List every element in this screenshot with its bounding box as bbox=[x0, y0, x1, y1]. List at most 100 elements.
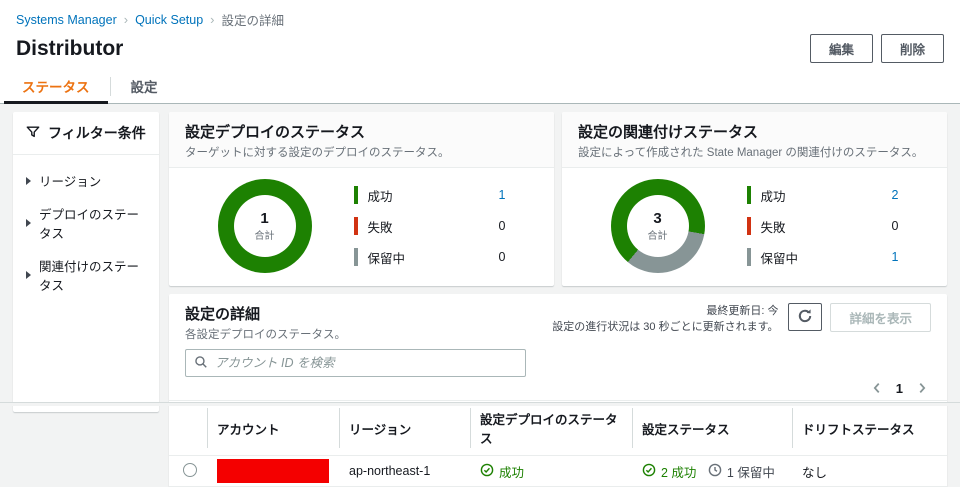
last-updated-text: 最終更新日: 今 設定の進行状況は 30 秒ごとに更新されます。 bbox=[552, 304, 778, 336]
legend-value-failed: 0 bbox=[498, 219, 506, 233]
legend-color-success bbox=[746, 186, 751, 204]
legend-label: 保留中 bbox=[760, 251, 799, 266]
deploy-status-card-desc: ターゲットに対する設定のデプロイのステータス。 bbox=[185, 147, 450, 159]
breadcrumb-systems-manager[interactable]: Systems Manager bbox=[16, 13, 117, 27]
legend-value-success[interactable]: 2 bbox=[892, 188, 899, 202]
donut-total-label: 合計 bbox=[647, 230, 668, 242]
region-cell: ap-northeast-1 bbox=[339, 455, 470, 487]
breadcrumb-current: 設定の詳細 bbox=[221, 14, 285, 28]
filter-panel: フィルター条件 リージョン デプロイのステータス 関連付けのステータス bbox=[13, 112, 159, 412]
deploy-status-card: 設定デプロイのステータス ターゲットに対する設定のデプロイのステータス。 1 合… bbox=[169, 112, 554, 286]
next-page-icon[interactable] bbox=[915, 381, 929, 395]
prev-page-icon[interactable] bbox=[870, 381, 884, 395]
refresh-button[interactable] bbox=[788, 303, 823, 331]
column-header-deploy-status: 設定デプロイのステータス bbox=[470, 400, 632, 456]
legend-value-success[interactable]: 1 bbox=[499, 188, 506, 202]
legend-item-failed: 失敗 0 bbox=[353, 217, 506, 236]
drift-status-cell: なし bbox=[792, 455, 947, 487]
filter-group-label: リージョン bbox=[39, 175, 102, 189]
breadcrumb-separator-icon: › bbox=[123, 12, 129, 27]
filter-group-region[interactable]: リージョン bbox=[13, 164, 159, 197]
filter-group-deploy-status[interactable]: デプロイのステータス bbox=[13, 197, 159, 249]
deploy-status-cell: 成功 bbox=[480, 462, 524, 481]
config-details-card: 設定の詳細 各設定デプロイのステータス。 最終更新日: 今 設定の進行状況は 3… bbox=[169, 294, 947, 487]
association-status-card-title: 設定の関連付けステータス bbox=[578, 124, 759, 141]
legend-label: 成功 bbox=[760, 189, 786, 204]
success-check-icon bbox=[642, 463, 656, 480]
legend-value-pending[interactable]: 1 bbox=[892, 250, 899, 264]
config-status-pending: 1 保留中 bbox=[708, 462, 775, 481]
deploy-status-text: 成功 bbox=[499, 465, 525, 480]
association-status-card: 設定の関連付けステータス 設定によって作成された State Manager の… bbox=[562, 112, 947, 286]
filter-funnel-icon bbox=[26, 125, 40, 142]
config-details-title: 設定の詳細 bbox=[185, 306, 261, 323]
legend-value-pending: 0 bbox=[498, 250, 506, 264]
delete-button[interactable]: 削除 bbox=[880, 34, 944, 63]
column-header-region: リージョン bbox=[339, 400, 470, 456]
filter-group-label: デプロイのステータス bbox=[39, 208, 140, 241]
expand-caret-icon bbox=[26, 176, 31, 185]
table-row[interactable]: ap-northeast-1 成功 2 成功 1 保留中 なし bbox=[169, 455, 947, 487]
donut-total-label: 合計 bbox=[254, 230, 275, 242]
search-icon bbox=[194, 355, 208, 372]
legend-value-failed: 0 bbox=[891, 219, 899, 233]
association-status-donut-chart: 3 合計 bbox=[610, 179, 705, 273]
filter-panel-title: フィルター条件 bbox=[48, 125, 146, 141]
legend-item-pending: 保留中 1 bbox=[746, 248, 899, 267]
current-page-number[interactable]: 1 bbox=[896, 381, 903, 396]
last-updated-line: 最終更新日: 今 bbox=[706, 305, 779, 317]
tab-bar: ステータス 設定 bbox=[0, 70, 960, 104]
legend-item-pending: 保留中 0 bbox=[353, 248, 506, 267]
donut-total-value: 3 bbox=[653, 209, 662, 227]
legend-label: 保留中 bbox=[367, 251, 406, 266]
expand-caret-icon bbox=[26, 219, 31, 227]
row-radio-button[interactable] bbox=[183, 462, 197, 477]
legend-label: 失敗 bbox=[367, 220, 393, 235]
breadcrumb-quick-setup[interactable]: Quick Setup bbox=[135, 13, 203, 27]
header-actions: 編集 削除 bbox=[809, 34, 944, 63]
refresh-icon bbox=[797, 308, 813, 327]
config-status-pending-text: 1 保留中 bbox=[726, 465, 775, 480]
view-details-button[interactable]: 詳細を表示 bbox=[830, 303, 931, 332]
deploy-status-card-title: 設定デプロイのステータス bbox=[185, 124, 366, 141]
association-status-card-desc: 設定によって作成された State Manager の関連付けのステータス。 bbox=[578, 147, 924, 159]
legend-item-success: 成功 1 bbox=[353, 186, 506, 205]
filter-group-label: 関連付けのステータス bbox=[39, 260, 140, 293]
filter-group-association-status[interactable]: 関連付けのステータス bbox=[13, 249, 159, 301]
pagination: 1 bbox=[169, 377, 947, 397]
tab-settings[interactable]: 設定 bbox=[111, 70, 178, 103]
edit-button[interactable]: 編集 bbox=[809, 34, 873, 63]
tab-status[interactable]: ステータス bbox=[2, 70, 110, 104]
column-header-drift-status: ドリフトステータス bbox=[792, 400, 947, 456]
legend-color-pending bbox=[353, 248, 358, 266]
legend-color-pending bbox=[746, 248, 751, 266]
page-title: Distributor bbox=[16, 36, 124, 60]
donut-total-value: 1 bbox=[260, 209, 269, 227]
legend-color-failed bbox=[353, 217, 358, 235]
account-search-input[interactable] bbox=[215, 356, 517, 370]
config-details-desc: 各設定デプロイのステータス。 bbox=[185, 329, 346, 341]
breadcrumb: Systems Manager › Quick Setup › 設定の詳細 bbox=[0, 0, 960, 31]
column-header-account: アカウント bbox=[207, 400, 339, 456]
legend-color-failed bbox=[746, 217, 751, 235]
legend-label: 失敗 bbox=[760, 220, 786, 235]
association-status-legend: 成功 2 失敗 0 保留中 1 bbox=[746, 186, 899, 267]
config-details-table: アカウント リージョン 設定デプロイのステータス 設定ステータス ドリフトステー… bbox=[169, 400, 947, 487]
legend-label: 成功 bbox=[367, 189, 393, 204]
deploy-status-donut-chart: 1 合計 bbox=[217, 179, 312, 273]
legend-item-failed: 失敗 0 bbox=[746, 217, 899, 236]
refresh-note-line: 設定の進行状況は 30 秒ごとに更新されます。 bbox=[552, 320, 779, 333]
pending-clock-icon bbox=[708, 463, 722, 480]
redacted-account bbox=[217, 459, 329, 483]
legend-item-success: 成功 2 bbox=[746, 186, 899, 205]
expand-caret-icon bbox=[26, 271, 31, 279]
column-header-config-status: 設定ステータス bbox=[632, 400, 792, 456]
legend-color-success bbox=[353, 186, 358, 204]
select-column-header bbox=[169, 400, 207, 456]
config-status-success: 2 成功 bbox=[642, 462, 696, 481]
viewport-bottom-edge bbox=[0, 402, 960, 406]
success-check-icon bbox=[480, 463, 494, 480]
account-search-box bbox=[185, 349, 526, 377]
breadcrumb-separator-icon: › bbox=[210, 12, 215, 27]
page-header: Systems Manager › Quick Setup › 設定の詳細 Di… bbox=[0, 0, 960, 104]
